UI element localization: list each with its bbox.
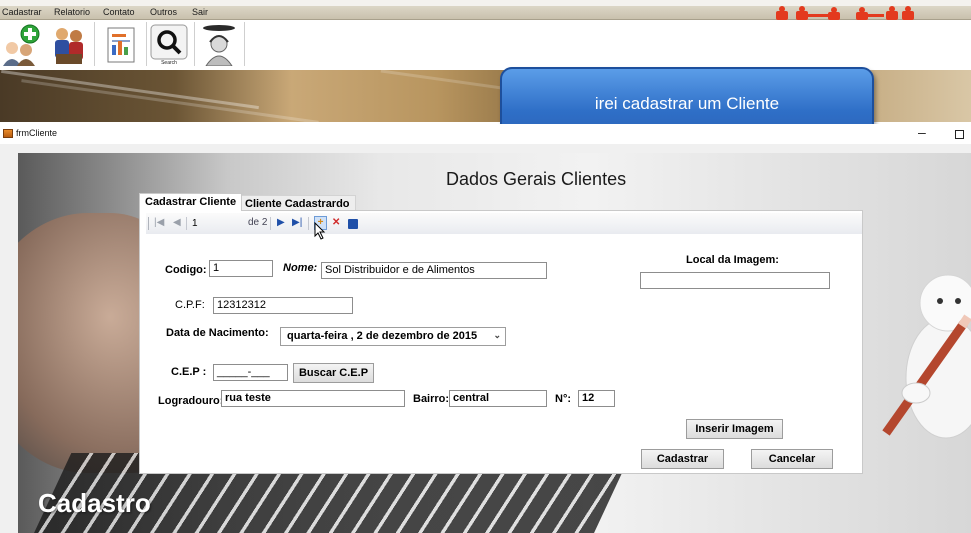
data-nascimento-picker[interactable]: quarta-feira , 2 de dezembro de 2015 ⌄ — [280, 327, 506, 346]
cpf-label: C.P.F: — [175, 299, 205, 311]
search-button[interactable]: Search — [148, 22, 190, 66]
support-icon — [203, 25, 235, 66]
nome-field[interactable]: Sol Distribuidor e de Alimentos — [321, 262, 547, 279]
menu-outros[interactable]: Outros — [150, 7, 177, 17]
form-icon — [3, 129, 13, 138]
bairro-label: Bairro: — [413, 393, 450, 405]
data-nascimento-label: Data de Nacimento: — [166, 327, 269, 339]
cpf-field[interactable]: 12312312 — [213, 297, 353, 314]
main-menu-bar: Cadastrar Relatorio Contato Outros Sair — [0, 6, 971, 20]
report-icon — [107, 27, 135, 63]
toolbar-separator — [194, 22, 195, 66]
local-imagem-label: Local da Imagem: — [686, 254, 779, 266]
search-icon — [150, 24, 188, 60]
main-toolbar: Search — [0, 20, 971, 70]
move-last-icon[interactable]: ▶| — [292, 217, 302, 228]
move-previous-icon[interactable]: ◀ — [173, 217, 181, 228]
form-heading: Dados Gerais Clientes — [446, 169, 627, 189]
menu-contato[interactable]: Contato — [103, 7, 135, 17]
menu-sair[interactable]: Sair — [192, 7, 208, 17]
add-client-icon — [3, 24, 40, 66]
local-imagem-field[interactable] — [640, 272, 830, 289]
binding-navigator: |◀ ◀ 1 de 2 ▶ ▶| + ✕ — [146, 213, 862, 234]
data-nascimento-value: quarta-feira , 2 de dezembro de 2015 — [287, 330, 478, 342]
delete-icon[interactable]: ✕ — [332, 217, 340, 228]
chevron-down-icon: ⌄ — [493, 330, 501, 340]
users-icon — [55, 28, 83, 64]
form-window-title: frmCliente — [16, 128, 58, 138]
add-client-button[interactable] — [0, 22, 42, 66]
cancelar-button[interactable]: Cancelar — [751, 449, 833, 469]
bairro-field[interactable]: central — [449, 390, 547, 407]
move-next-icon[interactable]: ▶ — [277, 217, 285, 228]
search-caption: Search — [161, 60, 177, 66]
menu-cadastrar[interactable]: Cadastrar — [2, 7, 42, 17]
save-icon[interactable] — [348, 219, 358, 229]
record-count: de 2 — [248, 217, 268, 228]
inserir-imagem-button[interactable]: Inserir Imagem — [686, 419, 783, 439]
toolbar-separator — [146, 22, 147, 66]
maximize-button[interactable] — [955, 130, 964, 139]
toolbar-separator — [94, 22, 95, 66]
nome-label: Nome: — [283, 262, 318, 274]
buscar-cep-button[interactable]: Buscar C.E.P — [293, 363, 374, 383]
clients-button[interactable] — [48, 22, 90, 66]
logradouro-label: Logradouro: — [158, 395, 224, 407]
tab-cadastrar-cliente[interactable]: Cadastrar Cliente — [139, 193, 243, 211]
toolbar-separator — [244, 22, 245, 66]
cadastrar-button[interactable]: Cadastrar — [641, 449, 724, 469]
logradouro-field[interactable]: rua teste — [221, 390, 405, 407]
codigo-field[interactable]: 1 — [209, 260, 273, 277]
support-button[interactable] — [198, 22, 240, 66]
move-first-icon[interactable]: |◀ — [154, 217, 164, 228]
mouse-cursor-icon — [314, 222, 326, 240]
people-logo-icon — [776, 6, 914, 20]
cep-field[interactable]: _____-___ — [213, 364, 288, 381]
figure-with-pencil-icon — [882, 274, 971, 439]
menu-relatorio[interactable]: Relatorio — [54, 7, 90, 17]
minimize-button[interactable]: – — [918, 124, 926, 140]
numero-label: N°: — [555, 393, 572, 405]
numero-field[interactable]: 12 — [578, 390, 615, 407]
position-field[interactable]: 1 — [190, 216, 240, 231]
tab-cliente-cadastrado[interactable]: Cliente Cadastrardo — [239, 195, 356, 211]
codigo-label: Codigo: — [165, 264, 207, 276]
cadastro-caption: Cadastro — [38, 488, 151, 518]
report-button[interactable] — [100, 22, 142, 66]
cep-label: C.E.P : — [171, 366, 207, 378]
form-window-titlebar: frmCliente – — [0, 124, 971, 144]
